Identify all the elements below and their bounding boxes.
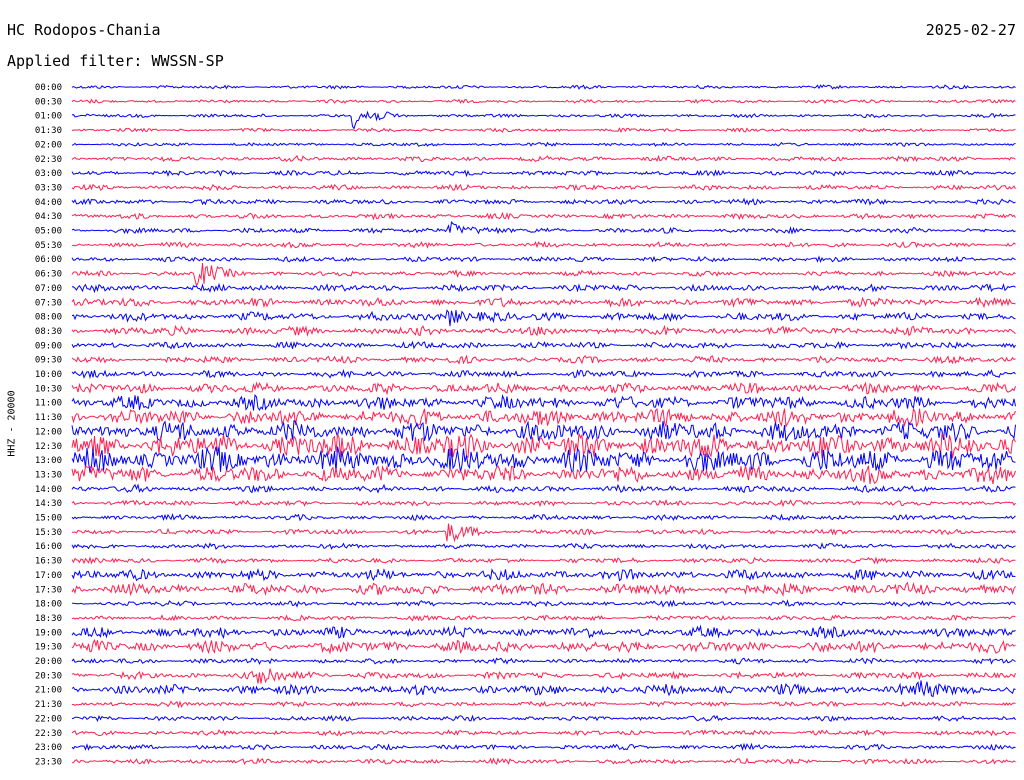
row-time-label: 19:30 [35,643,62,653]
row-time-label: 17:00 [35,571,62,581]
row-time-label: 06:30 [35,270,62,280]
row-time-label: 00:00 [35,83,62,93]
trace-row-2130 [71,700,1016,709]
row-time-label: 22:00 [35,714,62,724]
row-time-label: 23:30 [35,757,62,767]
trace-row-1900 [71,624,1016,640]
row-time-label: 14:30 [35,499,62,509]
trace-row-1030 [71,381,1016,396]
trace-row-0100 [71,110,1016,130]
row-time-label: 01:30 [35,126,62,136]
trace-row-0900 [71,340,1016,350]
row-time-label: 23:00 [35,743,62,753]
trace-row-1600 [71,542,1016,550]
row-time-label: 05:00 [35,227,62,237]
trace-row-2230 [71,729,1016,737]
row-time-label: 22:30 [35,729,62,739]
row-time-label: 03:00 [35,169,62,179]
row-time-label: 15:30 [35,528,62,538]
row-time-label: 08:00 [35,313,62,323]
trace-row-0930 [71,354,1016,365]
row-time-label: 07:30 [35,298,62,308]
trace-row-0330 [71,183,1016,192]
trace-row-0600 [71,255,1016,264]
trace-row-1130 [71,407,1016,428]
row-time-label: 09:00 [35,341,62,351]
trace-row-2200 [71,714,1016,723]
row-time-label: 07:00 [35,284,62,294]
tick-label-group: 00:00 00:30 01:00 01:30 02:00 02:30 03:00 03:30… [35,83,62,767]
trace-row-0000 [71,84,1016,90]
trace-row-0700 [71,282,1016,294]
trace-row-0630 [71,263,1016,288]
trace-row-1100 [71,393,1016,411]
row-time-label: 11:30 [35,413,62,423]
row-time-label: 05:30 [35,241,62,251]
row-time-label: 16:00 [35,542,62,552]
row-time-label: 01:00 [35,112,62,122]
trace-row-1430 [71,498,1016,508]
trace-row-0830 [71,324,1016,337]
row-time-label: 02:00 [35,140,62,150]
trace-group [71,84,1016,766]
trace-row-2030 [71,668,1016,684]
trace-row-0800 [71,309,1016,327]
row-time-label: 14:00 [35,485,62,495]
trace-row-0530 [71,240,1016,249]
row-time-label: 18:00 [35,600,62,610]
row-time-label: 11:00 [35,399,62,409]
trace-row-0400 [71,197,1016,206]
trace-row-0230 [71,154,1016,163]
row-time-label: 09:30 [35,356,62,366]
row-time-label: 04:30 [35,212,62,222]
trace-row-0200 [71,141,1016,148]
row-time-label: 04:00 [35,198,62,208]
trace-row-1930 [71,638,1016,655]
row-time-label: 20:00 [35,657,62,667]
trace-row-1630 [71,556,1016,565]
helicorder-plot: 00:00 00:30 01:00 01:30 02:00 02:30 03:00 03:30… [35,83,1016,767]
row-time-label: 15:00 [35,514,62,524]
trace-row-0300 [71,169,1016,178]
trace-row-2330 [71,757,1016,766]
trace-row-2300 [71,742,1016,752]
trace-row-1800 [71,599,1016,608]
trace-row-1330 [71,464,1016,485]
trace-row-1000 [71,368,1016,380]
row-time-label: 12:00 [35,427,62,437]
trace-row-0730 [71,296,1016,309]
trace-row-0500 [71,220,1016,235]
row-time-label: 12:30 [35,442,62,452]
trace-row-0130 [71,127,1016,134]
row-time-label: 02:30 [35,155,62,165]
row-time-label: 16:30 [35,557,62,567]
row-time-label: 20:30 [35,671,62,681]
trace-row-1700 [71,567,1016,582]
row-time-label: 17:30 [35,585,62,595]
row-time-label: 13:30 [35,470,62,480]
trace-row-1500 [71,512,1016,522]
row-time-label: 06:00 [35,255,62,265]
trace-row-2100 [71,680,1016,698]
row-time-label: 10:30 [35,384,62,394]
trace-row-1400 [71,483,1016,494]
row-time-label: 21:30 [35,700,62,710]
trace-row-0430 [71,211,1016,221]
trace-row-1730 [71,581,1016,597]
trace-row-0030 [71,98,1016,104]
row-time-label: 00:30 [35,97,62,107]
row-time-label: 13:00 [35,456,62,466]
trace-row-2000 [71,657,1016,666]
trace-row-1530 [72,523,1016,543]
trace-row-1200 [71,420,1016,443]
trace-row-1830 [71,614,1016,622]
row-time-label: 21:00 [35,686,62,696]
row-time-label: 03:30 [35,183,62,193]
row-time-label: 08:30 [35,327,62,337]
row-time-label: 18:30 [35,614,62,624]
row-time-label: 10:00 [35,370,62,380]
row-time-label: 19:00 [35,628,62,638]
